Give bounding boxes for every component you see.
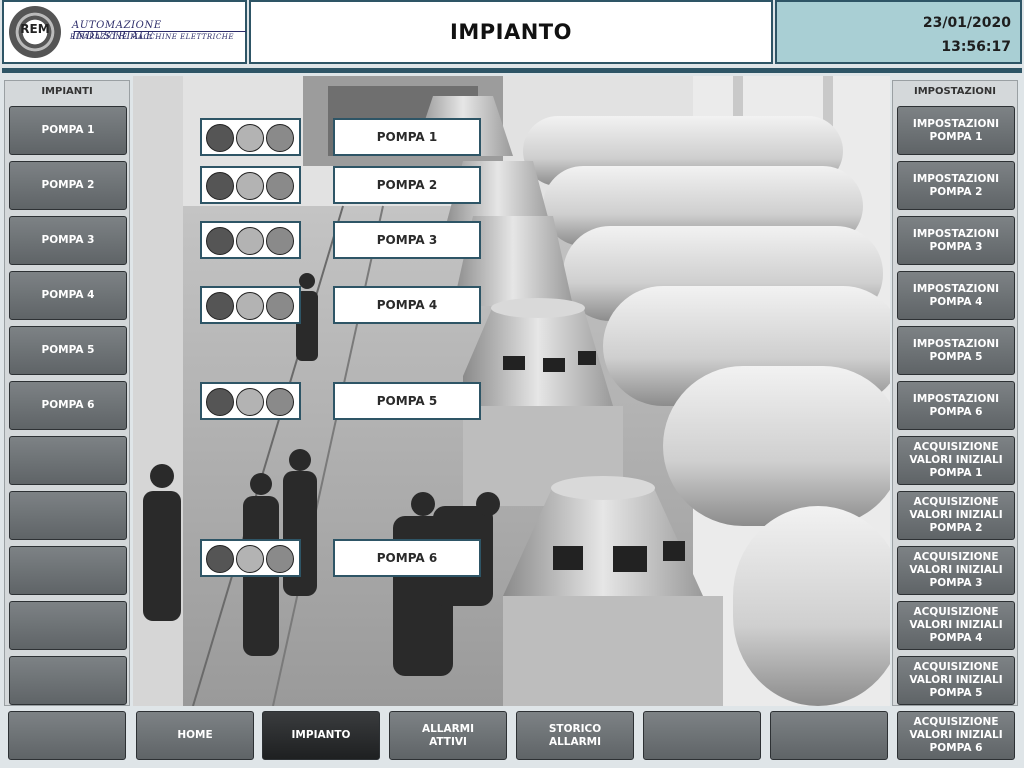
- plant-button-10[interactable]: [9, 601, 127, 650]
- nav-button-1[interactable]: [8, 711, 126, 760]
- plant-photo: POMPA 1 POMPA 2 POMPA 3 POMPA 4 POMPA 5 …: [133, 76, 890, 706]
- settings-panel-title: IMPOSTAZIONI: [913, 86, 997, 97]
- pump-5-status-lamps: [200, 382, 301, 420]
- plants-panel-title: IMPIANTI: [41, 86, 93, 97]
- datetime-box: 23/01/2020 13:56:17: [775, 0, 1022, 64]
- plant-button-7[interactable]: [9, 436, 127, 485]
- logo-divider: [74, 31, 246, 32]
- pump-3-status-lamps: [200, 221, 301, 259]
- page-title-box: IMPIANTO: [249, 0, 773, 64]
- settings-button-3[interactable]: IMPOSTAZIONI POMPA 3: [897, 216, 1015, 265]
- plant-button-3[interactable]: POMPA 3: [9, 216, 127, 265]
- pump-4-lamp-1: [206, 292, 234, 320]
- pump-4-lamp-2: [236, 292, 264, 320]
- pump-1-lamp-3: [266, 124, 294, 152]
- settings-button-2[interactable]: IMPOSTAZIONI POMPA 2: [897, 161, 1015, 210]
- pump-5-lamp-1: [206, 388, 234, 416]
- nav-button-3[interactable]: IMPIANTO: [262, 711, 380, 760]
- settings-button-5[interactable]: IMPOSTAZIONI POMPA 5: [897, 326, 1015, 375]
- pump-4-status-lamps: [200, 286, 301, 324]
- pump-3-lamp-2: [236, 227, 264, 255]
- pump-2-lamp-1: [206, 172, 234, 200]
- pump-6-status-lamps: [200, 539, 301, 577]
- pump-1-status-lamps: [200, 118, 301, 156]
- plant-button-8[interactable]: [9, 491, 127, 540]
- pump-6-label[interactable]: POMPA 6: [333, 539, 481, 577]
- pump-1-lamp-1: [206, 124, 234, 152]
- pump-5-label[interactable]: POMPA 5: [333, 382, 481, 420]
- header-divider: [2, 68, 1022, 73]
- pump-2-label[interactable]: POMPA 2: [333, 166, 481, 204]
- pump-3-lamp-1: [206, 227, 234, 255]
- settings-panel: IMPOSTAZIONI IMPOSTAZIONI POMPA 1 IMPOSTA…: [892, 80, 1018, 760]
- plant-button-5[interactable]: POMPA 5: [9, 326, 127, 375]
- nav-button-5[interactable]: STORICO ALLARMI: [516, 711, 634, 760]
- plant-button-9[interactable]: [9, 546, 127, 595]
- pump-1-lamp-2: [236, 124, 264, 152]
- pump-6-lamp-1: [206, 545, 234, 573]
- settings-button-9[interactable]: ACQUISIZIONE VALORI INIZIALI POMPA 3: [897, 546, 1015, 595]
- plant-button-2[interactable]: POMPA 2: [9, 161, 127, 210]
- settings-button-8[interactable]: ACQUISIZIONE VALORI INIZIALI POMPA 2: [897, 491, 1015, 540]
- pump-2-status-lamps: [200, 166, 301, 204]
- pump-2-lamp-2: [236, 172, 264, 200]
- plant-button-11[interactable]: [9, 656, 127, 705]
- pump-6-lamp-3: [266, 545, 294, 573]
- plant-button-1[interactable]: POMPA 1: [9, 106, 127, 155]
- plant-button-4[interactable]: POMPA 4: [9, 271, 127, 320]
- settings-button-12[interactable]: ACQUISIZIONE VALORI INIZIALI POMPA 6: [897, 711, 1015, 760]
- logo-line-2: RIPARAZIONE MACCHINE ELETTRICHE: [70, 33, 235, 41]
- company-logo: REM AUTOMAZIONE INDUSTRIALE RIPARAZIONE …: [2, 0, 247, 64]
- settings-button-1[interactable]: IMPOSTAZIONI POMPA 1: [897, 106, 1015, 155]
- pump-3-label[interactable]: POMPA 3: [333, 221, 481, 259]
- current-time: 13:56:17: [941, 39, 1011, 55]
- settings-button-6[interactable]: IMPOSTAZIONI POMPA 6: [897, 381, 1015, 430]
- pump-1-label[interactable]: POMPA 1: [333, 118, 481, 156]
- settings-button-10[interactable]: ACQUISIZIONE VALORI INIZIALI POMPA 4: [897, 601, 1015, 650]
- pump-5-lamp-3: [266, 388, 294, 416]
- settings-button-4[interactable]: IMPOSTAZIONI POMPA 4: [897, 271, 1015, 320]
- pump-2-lamp-3: [266, 172, 294, 200]
- nav-button-4[interactable]: ALLARMI ATTIVI: [389, 711, 507, 760]
- settings-button-11[interactable]: ACQUISIZIONE VALORI INIZIALI POMPA 5: [897, 656, 1015, 705]
- nav-button-6[interactable]: [643, 711, 761, 760]
- plant-button-6[interactable]: POMPA 6: [9, 381, 127, 430]
- pump-4-label[interactable]: POMPA 4: [333, 286, 481, 324]
- nav-button-2[interactable]: HOME: [136, 711, 254, 760]
- pump-4-lamp-3: [266, 292, 294, 320]
- pump-5-lamp-2: [236, 388, 264, 416]
- page-title: IMPIANTO: [450, 20, 572, 44]
- nav-button-7[interactable]: [770, 711, 888, 760]
- current-date: 23/01/2020: [922, 15, 1011, 31]
- plants-panel: IMPIANTI POMPA 1 POMPA 2 POMPA 3 POMPA 4 POM…: [4, 80, 130, 706]
- pump-3-lamp-3: [266, 227, 294, 255]
- pump-6-lamp-2: [236, 545, 264, 573]
- settings-button-7[interactable]: ACQUISIZIONE VALORI INIZIALI POMPA 1: [897, 436, 1015, 485]
- rem-logo-mark: REM: [9, 6, 61, 58]
